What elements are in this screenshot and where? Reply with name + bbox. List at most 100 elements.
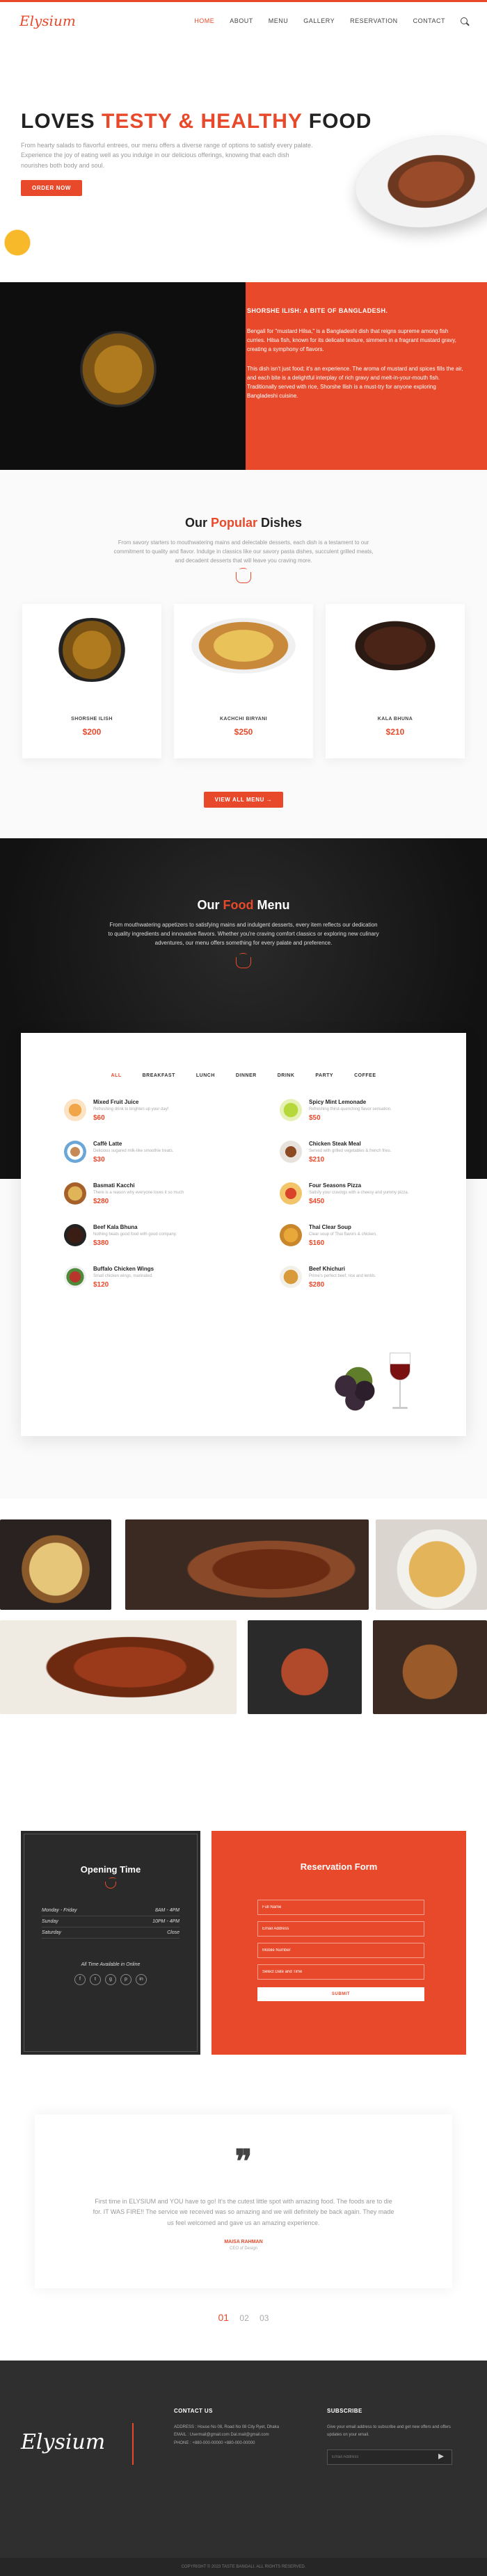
section-title: Our Food Menu	[0, 838, 487, 913]
menu-item[interactable]: Beef Kala Bhuna Nothing beats good food w…	[64, 1224, 252, 1252]
dish-card[interactable]: KALA BHUNA $210	[326, 604, 465, 759]
dish-name: KACHCHI BIRYANI	[219, 717, 268, 722]
menu-item-image	[64, 1182, 86, 1205]
hero-title-highlight: TESTY & HEALTHY	[102, 110, 303, 133]
tab-drink[interactable]: DRINK	[278, 1073, 295, 1078]
section-description: From mouthwatering appetizers to satisfy…	[108, 922, 379, 946]
food-menu-section: Our Food Menu From mouthwatering appetiz…	[0, 838, 487, 1499]
nav-about[interactable]: ABOUT	[230, 17, 253, 24]
title-part: Our	[197, 898, 223, 912]
menu-item-desc: Served with grilled vegetables & french …	[309, 1149, 392, 1153]
menu-item-image	[280, 1099, 302, 1121]
dish-name: SHORSHE ILISH	[71, 717, 113, 722]
menu-item[interactable]: Mixed Fruit Juice Refreshing drink to bri…	[64, 1099, 252, 1127]
menu-item-desc: Nothing beats good food with good compan…	[93, 1232, 177, 1237]
date-time-input[interactable]	[257, 1964, 424, 1980]
nav-menu[interactable]: MENU	[269, 17, 289, 24]
nav-reservation[interactable]: RESERVATION	[350, 17, 398, 24]
menu-item[interactable]: Basmati Kacchi There is a reason why ever…	[64, 1182, 252, 1210]
menu-item[interactable]: Spicy Mint Lemonade Refreshing thirst-que…	[280, 1099, 468, 1127]
search-icon[interactable]	[461, 17, 468, 24]
menu-item-desc: Prime's perfect beef, rice and lentils.	[309, 1274, 376, 1278]
pager-item[interactable]: 02	[239, 2313, 248, 2323]
gallery-image[interactable]	[376, 1519, 487, 1610]
linkedin-icon[interactable]: in	[136, 1974, 147, 1985]
title-highlight: Popular	[210, 516, 257, 530]
pinterest-icon[interactable]: p	[120, 1974, 131, 1985]
tab-lunch[interactable]: LUNCH	[196, 1073, 215, 1078]
dish-price: $210	[385, 727, 405, 737]
menu-item-image	[280, 1182, 302, 1205]
menu-item-price: $280	[309, 1281, 325, 1289]
email-input[interactable]	[257, 1921, 424, 1937]
gallery-image[interactable]	[0, 1620, 237, 1714]
dish-name: KALA BHUNA	[377, 717, 413, 722]
menu-items: Mixed Fruit Juice Refreshing drink to bri…	[64, 1099, 466, 1294]
nav-gallery[interactable]: GALLERY	[303, 17, 335, 24]
gallery-image[interactable]	[373, 1620, 487, 1714]
pager-item[interactable]: 01	[218, 2312, 230, 2323]
submit-button[interactable]: SUBMIT	[257, 1987, 424, 2001]
grapes-image	[327, 1367, 390, 1415]
menu-item-name: Beef Khichuri	[309, 1266, 346, 1272]
menu-item-image	[280, 1266, 302, 1288]
tab-coffee[interactable]: COFFEE	[354, 1073, 376, 1078]
nav-home[interactable]: HOME	[194, 17, 214, 24]
subscribe-email-input[interactable]	[327, 2449, 452, 2465]
hero-title: LOVES TESTY & HEALTHY FOOD	[21, 110, 372, 133]
view-all-menu-button[interactable]: VIEW ALL MENU →	[203, 792, 284, 808]
main-nav: HOME ABOUT MENU GALLERY RESERVATION CONT…	[194, 17, 468, 24]
reservation-form: SUBMIT	[257, 1900, 424, 2001]
reservation-title: Reservation Form	[300, 1861, 378, 1872]
facebook-icon[interactable]: f	[74, 1974, 86, 1985]
gallery-image[interactable]	[248, 1620, 362, 1714]
twitter-icon[interactable]: t	[90, 1974, 101, 1985]
title-highlight: Food	[223, 898, 254, 912]
menu-item[interactable]: Four Seasons Pizza Satisfy your cravings …	[280, 1182, 468, 1210]
send-icon[interactable]	[438, 2453, 445, 2459]
title-part: Dishes	[257, 516, 303, 530]
dish-card[interactable]: KACHCHI BIRYANI $250	[174, 604, 313, 759]
menu-item-price: $160	[309, 1239, 325, 1247]
hero-section: LOVES TESTY & HEALTHY FOOD From hearty s…	[0, 39, 487, 282]
menu-item[interactable]: Beef Khichuri Prime's perfect beef, rice …	[280, 1266, 468, 1294]
menu-item-name: Buffalo Chicken Wings	[93, 1266, 154, 1272]
mobile-number-input[interactable]	[257, 1943, 424, 1958]
menu-item-price: $120	[93, 1281, 109, 1289]
menu-item-price: $280	[93, 1198, 109, 1205]
menu-item-name: Mixed Fruit Juice	[93, 1099, 139, 1105]
menu-item[interactable]: Caffè Latte Delicious sugared milk-like s…	[64, 1141, 252, 1168]
menu-item[interactable]: Thai Clear Soup Clear soup of Thai flavor…	[280, 1224, 468, 1252]
menu-item-desc: Delicious sugared milk-like smoothie tre…	[93, 1149, 174, 1153]
tab-breakfast[interactable]: BREAKFAST	[143, 1073, 175, 1078]
menu-item-price: $50	[309, 1114, 321, 1122]
tab-all[interactable]: ALL	[111, 1073, 121, 1078]
nav-contact[interactable]: CONTACT	[413, 17, 445, 24]
hours-row: Sunday 10PM - 4PM	[42, 1916, 179, 1927]
pager-item[interactable]: 03	[260, 2313, 269, 2323]
tab-dinner[interactable]: DINNER	[236, 1073, 257, 1078]
hours-day: Saturday	[42, 1930, 62, 1935]
popular-dishes-section: Our Popular Dishes From savory starters …	[0, 470, 487, 838]
hero-plate-image	[349, 126, 487, 237]
menu-item-desc: There is a reason why everyone loves it …	[93, 1191, 184, 1195]
google-plus-icon[interactable]: g	[105, 1974, 116, 1985]
quote-icon: ❞	[234, 2142, 253, 2180]
dish-card[interactable]: SHORSHE ILISH $200	[22, 604, 161, 759]
dish-cards: SHORSHE ILISH $200 KACHCHI BIRYANI $250 …	[0, 604, 487, 759]
dish-image	[350, 618, 440, 674]
menu-item[interactable]: Buffalo Chicken Wings Small chicken wings…	[64, 1266, 252, 1294]
testimonial-section: ❞ First time in ELYSIUM and YOU have to …	[0, 2082, 487, 2361]
logo[interactable]: Elysium	[19, 13, 76, 29]
full-name-input[interactable]	[257, 1900, 424, 1915]
gallery-image[interactable]	[0, 1519, 111, 1610]
subscribe-column: SUBSCRIBE Give your email address to sub…	[327, 2408, 466, 2465]
tab-party[interactable]: PARTY	[315, 1073, 333, 1078]
order-now-button[interactable]: ORDER NOW	[21, 180, 83, 196]
menu-item[interactable]: Chicken Steak Meal Served with grilled ve…	[280, 1141, 468, 1168]
testimonial-text: First time in ELYSIUM and YOU have to go…	[93, 2198, 394, 2226]
gallery-image[interactable]	[125, 1519, 369, 1610]
footer-logo[interactable]: Elysium	[21, 2430, 105, 2454]
wine-glass-image	[390, 1353, 410, 1415]
menu-item-name: Chicken Steak Meal	[309, 1141, 361, 1147]
